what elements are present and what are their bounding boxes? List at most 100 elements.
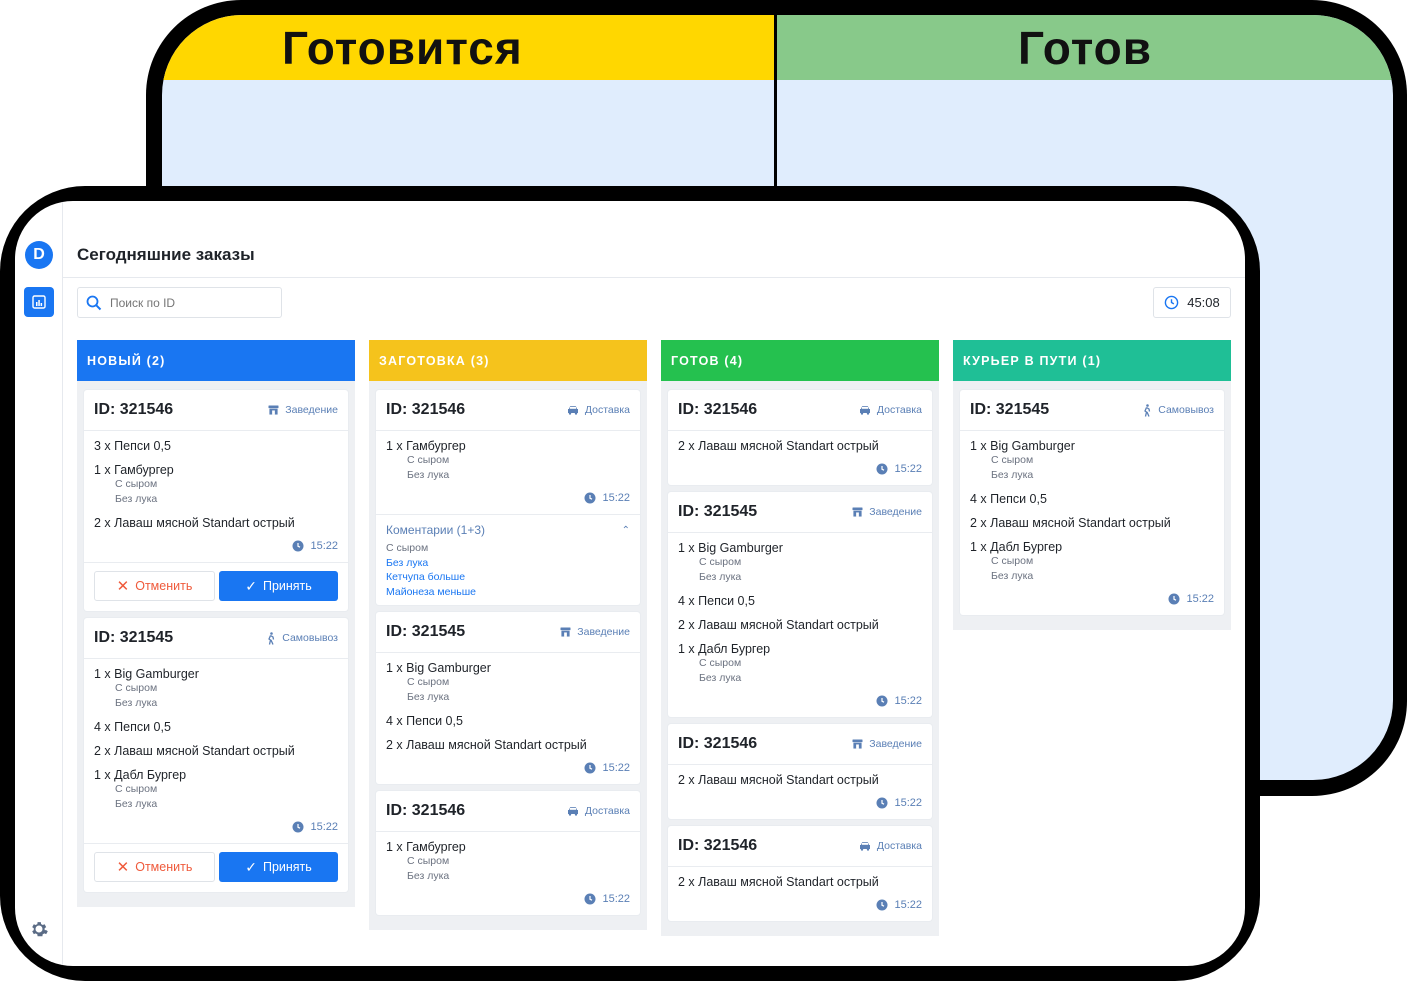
item-name: 1 x Гамбургер	[386, 439, 466, 453]
clock-icon	[876, 695, 888, 707]
order-card[interactable]: ID: 321546 Доставка 2 x Лаваш мясной Sta…	[668, 826, 932, 921]
order-time-value: 15:22	[310, 540, 338, 552]
order-time: 15:22	[94, 540, 338, 556]
item-name: 1 x Гамбургер	[94, 463, 174, 477]
check-icon: ✓	[245, 859, 257, 875]
item-option: Без лука	[407, 869, 450, 882]
item-option: С сыром	[699, 556, 742, 568]
page-title: Сегодняшние заказы	[77, 245, 255, 264]
order-item: 2 x Лаваш мясной Standart острый	[678, 618, 922, 632]
order-card[interactable]: ID: 321546 Доставка 1 x Гамбургер С сыром…	[376, 390, 640, 605]
order-time: 15:22	[678, 899, 922, 915]
order-card[interactable]: ID: 321545 Самовывоз 1 x Big Gamburger С …	[84, 618, 348, 892]
accept-label: Принять	[262, 579, 312, 593]
cancel-button[interactable]: ✕ Отменить	[94, 571, 215, 601]
order-card[interactable]: ID: 321546 Доставка 1 x Гамбургер С сыром…	[376, 791, 640, 915]
column-body: ID: 321546 Заведение 3 x Пепси 0,5 1 x Г…	[77, 381, 355, 907]
order-id: ID: 321546	[678, 401, 758, 418]
gear-icon[interactable]	[29, 919, 49, 939]
order-item: 4 x Пепси 0,5	[94, 720, 338, 734]
cancel-button[interactable]: ✕ Отменить	[94, 852, 215, 882]
item-name: 1 x Гамбургер	[386, 840, 466, 854]
item-option: С сыром	[407, 855, 450, 867]
card-body: 1 x Гамбургер С сыром Без лука 15:22	[376, 832, 640, 915]
order-time-value: 15:22	[602, 762, 630, 774]
item-name: 2 x Лаваш мясной Standart острый	[94, 744, 295, 758]
order-item: 2 x Лаваш мясной Standart острый	[678, 773, 922, 787]
card-header: ID: 321545 Самовывоз	[84, 618, 348, 659]
comments-section[interactable]: Коментарии (1+3) ⌃ С сыром Без лука Кетчуп…	[376, 514, 640, 605]
order-item: 3 x Пепси 0,5	[94, 439, 338, 453]
close-icon: ✕	[116, 577, 130, 595]
order-type: Заведение	[268, 404, 338, 416]
order-id: ID: 321546	[386, 401, 466, 418]
order-time-value: 15:22	[310, 821, 338, 833]
item-name: 2 x Лаваш мясной Standart острый	[970, 516, 1171, 530]
search-box[interactable]	[77, 287, 282, 318]
order-item: 2 x Лаваш мясной Standart острый	[678, 875, 922, 889]
search-input[interactable]	[110, 295, 260, 310]
card-header: ID: 321546 Доставка	[668, 390, 932, 431]
order-column: ГОТОВ (4) ID: 321546 Доставка 2 x Лаваш …	[661, 340, 939, 966]
item-name: 1 x Big Gamburger	[970, 439, 1075, 453]
column-body: ID: 321546 Доставка 2 x Лаваш мясной Sta…	[661, 381, 939, 936]
comments-header[interactable]: Коментарии (1+3) ⌃	[386, 523, 630, 537]
order-type: Заведение	[560, 626, 630, 638]
order-type-label: Доставка	[584, 404, 630, 416]
order-type-label: Доставка	[876, 404, 922, 416]
car-icon	[567, 405, 579, 415]
order-time: 15:22	[94, 821, 338, 837]
item-option: Без лука	[991, 569, 1034, 582]
order-time-value: 15:22	[894, 695, 922, 707]
accept-button[interactable]: ✓ Принять	[219, 571, 338, 601]
order-card[interactable]: ID: 321545 Заведение 1 x Big Gamburger С …	[668, 492, 932, 717]
item-option: Без лука	[991, 468, 1034, 481]
order-card[interactable]: ID: 321546 Доставка 2 x Лаваш мясной Sta…	[668, 390, 932, 485]
item-option: Без лука	[699, 570, 742, 583]
close-icon: ✕	[116, 858, 130, 876]
order-card[interactable]: ID: 321545 Самовывоз 1 x Big Gamburger С …	[960, 390, 1224, 615]
accept-button[interactable]: ✓ Принять	[219, 852, 338, 882]
column-body: ID: 321545 Самовывоз 1 x Big Gamburger С …	[953, 381, 1231, 630]
order-card[interactable]: ID: 321546 Заведение 3 x Пепси 0,5 1 x Г…	[84, 390, 348, 611]
order-type: Доставка	[567, 805, 630, 817]
store-icon	[852, 507, 863, 517]
clock-icon	[584, 492, 596, 504]
item-name: 2 x Лаваш мясной Standart острый	[678, 773, 879, 787]
avatar[interactable]: D	[25, 241, 53, 269]
order-card[interactable]: ID: 321546 Заведение 2 x Лаваш мясной St…	[668, 724, 932, 819]
order-type-label: Доставка	[876, 840, 922, 852]
card-header: ID: 321546 Заведение	[668, 724, 932, 765]
clock-icon	[292, 540, 304, 552]
order-item: 1 x Гамбургер С сыром Без лука	[386, 840, 630, 883]
preparing-title: Готовится	[162, 15, 774, 80]
order-card[interactable]: ID: 321545 Заведение 1 x Big Gamburger С …	[376, 612, 640, 784]
card-header: ID: 321546 Заведение	[84, 390, 348, 431]
item-name: 2 x Лаваш мясной Standart острый	[678, 875, 879, 889]
order-item: 4 x Пепси 0,5	[678, 594, 922, 608]
chevron-up-icon[interactable]: ⌃	[622, 525, 630, 536]
order-column: ЗАГОТОВКА (3) ID: 321546 Доставка 1 x Га…	[369, 340, 647, 966]
item-name: 1 x Big Gamburger	[386, 661, 491, 675]
order-type-label: Самовывоз	[1158, 404, 1214, 416]
item-name: 2 x Лаваш мясной Standart острый	[678, 618, 879, 632]
item-name: 1 x Дабл Бургер	[970, 540, 1063, 554]
item-name: 3 x Пепси 0,5	[94, 439, 171, 453]
order-type: Самовывоз	[266, 631, 338, 645]
item-name: 1 x Дабл Бургер	[94, 768, 187, 782]
top-bar: Сегодняшние заказы	[63, 201, 1245, 278]
order-item: 4 x Пепси 0,5	[970, 492, 1214, 506]
order-type: Заведение	[852, 738, 922, 750]
item-option: Без лука	[115, 797, 158, 810]
walk-icon	[266, 631, 276, 645]
orders-nav-button[interactable]	[24, 287, 54, 317]
card-body: 2 x Лаваш мясной Standart острый 15:22	[668, 867, 932, 921]
item-option: С сыром	[115, 478, 158, 490]
order-column: КУРЬЕР В ПУТИ (1) ID: 321545 Самовывоз 1…	[953, 340, 1231, 966]
item-name: 4 x Пепси 0,5	[678, 594, 755, 608]
order-column: НОВЫЙ (2) ID: 321546 Заведение 3 x Пепси…	[77, 340, 355, 966]
order-item: 1 x Гамбургер С сыром Без лука	[94, 463, 338, 506]
order-item: 1 x Big Gamburger С сыром Без лука	[386, 661, 630, 704]
order-id: ID: 321545	[678, 503, 758, 520]
item-option: Без лука	[407, 468, 450, 481]
